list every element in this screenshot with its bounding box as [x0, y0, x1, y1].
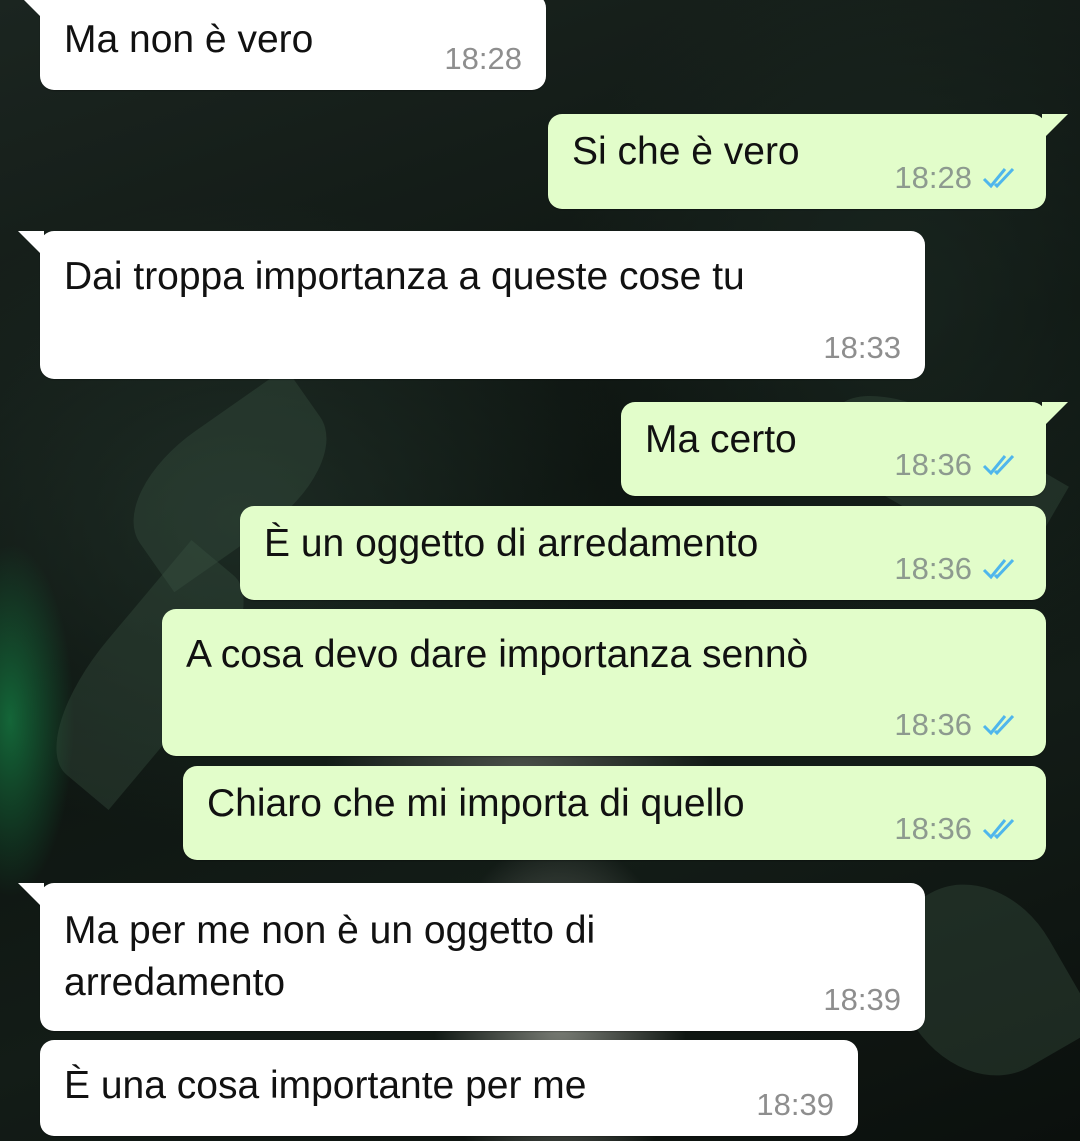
message-time: 18:39 [756, 1087, 834, 1122]
message-time: 18:36 [894, 447, 972, 482]
incoming-message[interactable]: Ma non è vero 18:28 [18, 0, 546, 90]
message-meta: 18:39 [823, 983, 901, 1017]
message-time: 18:36 [894, 551, 972, 586]
message-text: Ma per me non è un oggetto di arredament… [64, 909, 596, 1004]
message-meta: 18:36 [894, 708, 1022, 742]
message-meta: 18:28 [894, 161, 1022, 195]
message-text: Si che è vero [572, 130, 800, 173]
message-meta: 18:36 [894, 812, 1022, 846]
message-text: È un oggetto di arredamento [264, 522, 759, 565]
incoming-message[interactable]: Ma per me non è un oggetto di arredament… [18, 883, 925, 1031]
message-text: Ma non è vero [64, 18, 314, 61]
message-meta: 18:36 [894, 552, 1022, 586]
message-text: A cosa devo dare importanza sennò [186, 633, 809, 676]
message-time: 18:39 [823, 982, 901, 1017]
message-time: 18:36 [894, 811, 972, 846]
read-double-check-icon [982, 454, 1015, 476]
message-time: 18:28 [894, 160, 972, 195]
message-text: Ma certo [645, 418, 797, 461]
read-double-check-icon [982, 714, 1015, 736]
outgoing-message[interactable]: Si che è vero 18:28 [548, 114, 1068, 209]
incoming-message[interactable]: È una cosa importante per me 18:39 [40, 1040, 858, 1136]
message-meta: 18:36 [894, 448, 1022, 482]
message-text: È una cosa importante per me [64, 1064, 587, 1107]
outgoing-message[interactable]: È un oggetto di arredamento 18:36 [240, 506, 1046, 600]
outgoing-message[interactable]: Chiaro che mi importa di quello 18:36 [183, 766, 1046, 860]
message-time: 18:36 [894, 707, 972, 742]
message-meta: 18:33 [823, 331, 901, 365]
message-text: Chiaro che mi importa di quello [207, 782, 745, 825]
read-double-check-icon [982, 558, 1015, 580]
message-meta: 18:39 [756, 1088, 834, 1122]
outgoing-message[interactable]: A cosa devo dare importanza sennò 18:36 [162, 609, 1046, 756]
read-double-check-icon [982, 167, 1015, 189]
message-meta: 18:28 [444, 42, 522, 76]
outgoing-message[interactable]: Ma certo 18:36 [621, 402, 1068, 496]
read-double-check-icon [982, 818, 1015, 840]
incoming-message[interactable]: Dai troppa importanza a queste cose tu 1… [18, 231, 925, 379]
message-text: Dai troppa importanza a queste cose tu [64, 255, 745, 298]
message-time: 18:33 [823, 330, 901, 365]
message-time: 18:28 [444, 41, 522, 76]
